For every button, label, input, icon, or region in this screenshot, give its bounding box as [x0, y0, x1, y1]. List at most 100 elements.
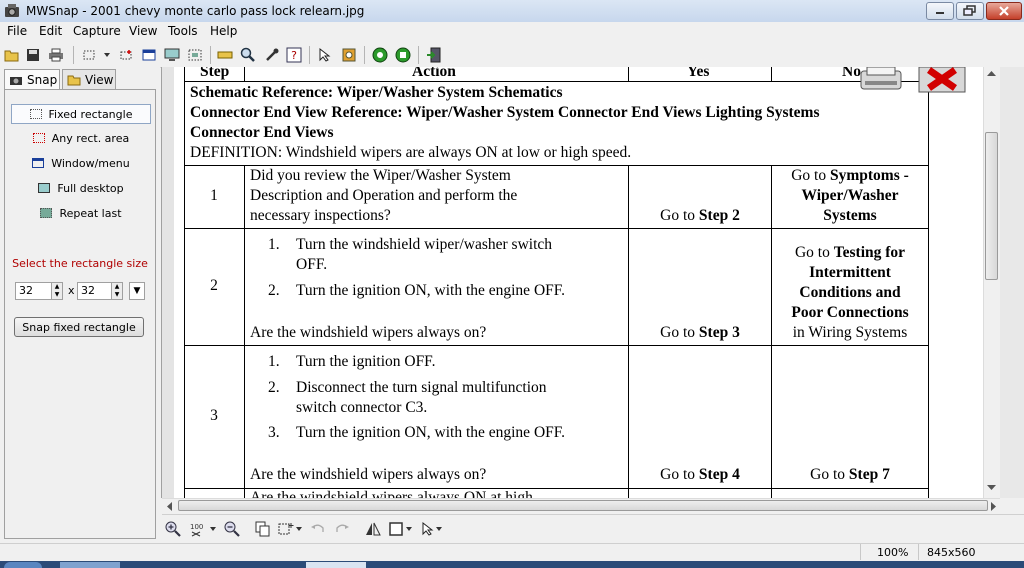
start-button[interactable]	[4, 562, 42, 568]
svg-text:100: 100	[190, 523, 203, 531]
scroll-right-icon[interactable]	[991, 502, 997, 511]
border-icon[interactable]	[388, 521, 404, 537]
snap-options-box: Fixed rectangle Any rect. area Window/me…	[4, 89, 156, 539]
table-border	[184, 165, 929, 166]
chevron-down-icon[interactable]	[208, 521, 218, 537]
fixed-rect-icon[interactable]	[80, 46, 97, 63]
help-icon[interactable]: ?	[285, 46, 302, 63]
option-label: Fixed rectangle	[48, 107, 133, 121]
option-label: Any rect. area	[51, 131, 130, 145]
menu-capture[interactable]: Capture	[73, 24, 121, 38]
table-border	[184, 81, 929, 82]
header-action: Action	[412, 67, 456, 80]
menu-tools[interactable]: Tools	[168, 24, 198, 38]
color-picker-icon[interactable]	[263, 46, 280, 63]
fixed-rect-icon	[29, 109, 42, 119]
height-spinner[interactable]: ▲ ▼	[111, 282, 123, 300]
close-button[interactable]	[986, 2, 1022, 20]
scroll-down-icon[interactable]	[987, 485, 996, 491]
zoom-in-icon[interactable]	[165, 521, 181, 537]
option-any-rect-area[interactable]: Any rect. area	[11, 128, 151, 148]
table-border	[928, 67, 929, 498]
tab-view[interactable]: View	[62, 69, 116, 89]
no-link: Wiper/Washer	[801, 187, 899, 204]
item-text: Disconnect the turn signal multifunction	[296, 379, 547, 396]
menu-help[interactable]: Help	[210, 24, 237, 38]
print-icon[interactable]	[47, 46, 64, 63]
any-rect-icon[interactable]	[117, 46, 134, 63]
close-icon	[918, 67, 966, 93]
chevron-down-icon[interactable]	[98, 46, 115, 63]
taskbar-item[interactable]	[60, 562, 120, 568]
yes-result: Go to Step 3	[629, 324, 771, 342]
menu-view[interactable]: View	[129, 24, 157, 38]
scroll-up-icon[interactable]	[987, 71, 996, 77]
option-label: Full desktop	[57, 181, 124, 195]
record-icon[interactable]	[371, 46, 388, 63]
status-divider	[860, 544, 861, 560]
menu-bar: File Edit Capture View Tools Help	[0, 22, 1024, 41]
chevron-down-icon[interactable]	[434, 521, 444, 537]
settings-icon[interactable]	[340, 46, 357, 63]
option-label: Window/menu	[51, 156, 130, 170]
no-prefix: Go to	[794, 244, 834, 261]
folder-icon	[67, 75, 81, 85]
option-repeat-last[interactable]: Repeat last	[11, 203, 151, 223]
undo-icon[interactable]	[310, 521, 326, 537]
size-label: Select the rectangle size	[12, 257, 148, 270]
flip-icon[interactable]	[365, 521, 381, 537]
status-divider	[918, 544, 919, 560]
yes-prefix: Go to	[660, 324, 699, 341]
record2-icon[interactable]	[394, 46, 411, 63]
width-spinner[interactable]: ▲ ▼	[51, 282, 63, 300]
option-full-desktop[interactable]: Full desktop	[11, 178, 151, 198]
item-text: switch connector C3.	[296, 399, 428, 416]
copy-icon[interactable]	[255, 521, 271, 537]
ruler-icon[interactable]	[216, 46, 233, 63]
horizontal-scroll-thumb[interactable]	[178, 500, 988, 511]
zoom-100-icon[interactable]: 100	[189, 521, 205, 537]
tab-snap-label: Snap	[27, 73, 58, 87]
crop-icon[interactable]	[278, 521, 294, 537]
question-text: Are the windshield wipers always on?	[250, 466, 487, 483]
exit-icon[interactable]	[425, 46, 442, 63]
magnifier-icon[interactable]	[239, 46, 256, 63]
close-icon	[999, 6, 1009, 16]
menu-file[interactable]: File	[7, 24, 27, 38]
definition-text: DEFINITION: Windshield wipers are always…	[190, 144, 632, 161]
width-input[interactable]: 32	[15, 282, 55, 300]
item-text: Turn the windshield wiper/washer switch	[296, 236, 553, 253]
zoom-out-icon[interactable]	[224, 521, 240, 537]
chevron-down-icon[interactable]	[294, 521, 304, 537]
option-window-menu[interactable]: Window/menu	[11, 153, 151, 173]
chevron-down-icon[interactable]	[404, 521, 414, 537]
yes-step: Step 4	[698, 466, 740, 483]
yes-prefix: Go to	[660, 466, 699, 483]
save-icon[interactable]	[24, 46, 41, 63]
menu-edit[interactable]: Edit	[39, 24, 62, 38]
window-title: MWSnap - 2001 chevy monte carlo pass loc…	[26, 4, 365, 18]
window-icon[interactable]	[140, 46, 157, 63]
action-text: Did you review the Wiper/Washer System	[250, 167, 511, 184]
scroll-left-icon[interactable]	[167, 502, 173, 511]
size-dropdown[interactable]: ▼	[129, 282, 145, 300]
option-fixed-rectangle[interactable]: Fixed rectangle	[11, 104, 151, 124]
restore-button[interactable]	[956, 2, 984, 20]
printer-icon	[860, 67, 902, 90]
tab-snap[interactable]: Snap	[4, 69, 60, 90]
size-separator: x	[68, 284, 75, 297]
minimize-icon	[936, 12, 944, 14]
document-image: Step Action Yes No Schematic Reference: …	[174, 67, 983, 498]
desktop-icon[interactable]	[163, 46, 180, 63]
vertical-scroll-thumb[interactable]	[985, 132, 998, 280]
item-number: 2.	[268, 379, 280, 396]
repeat-icon[interactable]	[186, 46, 203, 63]
no-result: Go to Symptoms -	[772, 167, 928, 185]
minimize-button[interactable]	[926, 2, 954, 20]
open-icon[interactable]	[3, 46, 20, 63]
snap-fixed-rectangle-button[interactable]: Snap fixed rectangle	[14, 317, 144, 337]
redo-icon[interactable]	[334, 521, 350, 537]
item-text: Turn the ignition ON, with the engine OF…	[296, 282, 566, 299]
cursor-icon[interactable]	[316, 46, 333, 63]
taskbar-item-active[interactable]	[306, 562, 366, 568]
